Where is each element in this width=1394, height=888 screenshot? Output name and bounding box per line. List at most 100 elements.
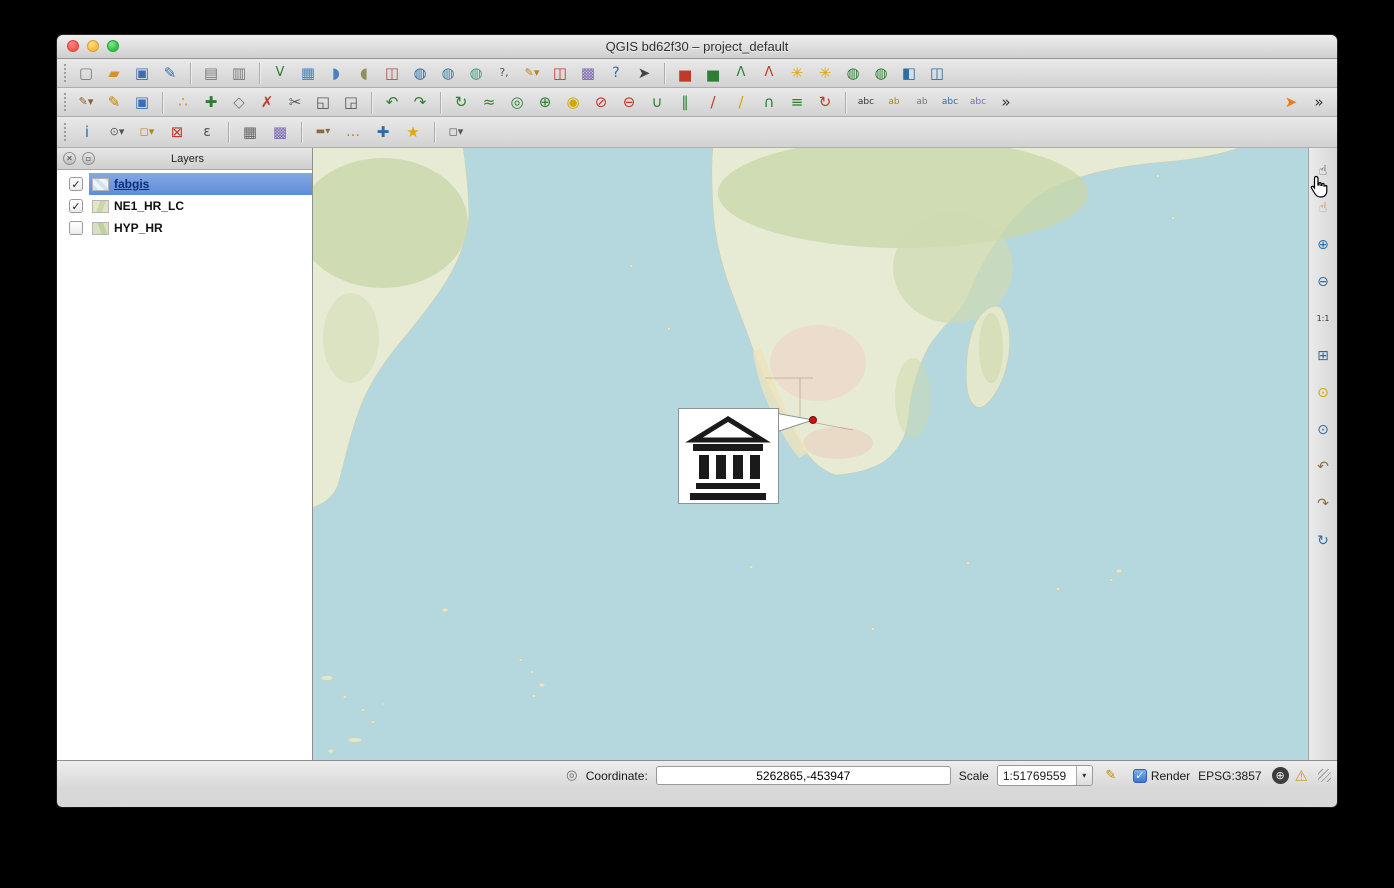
rotate-feature-icon[interactable]: ↻	[449, 90, 473, 114]
select-by-expression-icon[interactable]: ε	[194, 119, 220, 145]
field-calculator-icon[interactable]: ▩	[267, 119, 293, 145]
new-bookmark-icon[interactable]: ✚	[370, 119, 396, 145]
rotate-label-icon[interactable]: abc	[966, 90, 990, 114]
node-tool-icon[interactable]: ◇	[227, 90, 251, 114]
new-print-composer-icon[interactable]: ▤	[199, 61, 223, 85]
measure-icon[interactable]: ▬▾	[310, 119, 336, 145]
label-settings-icon[interactable]: abc	[854, 90, 878, 114]
show-bookmarks-icon[interactable]: ★	[400, 119, 426, 145]
map-canvas[interactable]	[313, 148, 1308, 760]
map-tiles-icon[interactable]: ◧	[897, 61, 921, 85]
panel-close-icon[interactable]: ✕	[63, 152, 76, 165]
crs-status-icon[interactable]: ⊕	[1272, 767, 1289, 784]
resize-grip[interactable]	[1318, 769, 1331, 782]
zoom-button[interactable]	[107, 40, 119, 52]
select-features-icon[interactable]: ⊙▾	[104, 119, 130, 145]
layer-item-hyp_hr[interactable]: HYP_HR	[57, 217, 312, 239]
overflow-chevron-icon[interactable]: »	[994, 90, 1018, 114]
overflow-chevron-2-icon[interactable]: »	[1307, 90, 1331, 114]
globe-plus-icon[interactable]: ◍	[841, 61, 865, 85]
add-mssql-layer-icon[interactable]: ◫	[380, 61, 404, 85]
save-project-icon[interactable]: ▣	[130, 61, 154, 85]
deselect-features-icon[interactable]: ⊠	[164, 119, 190, 145]
label-visibility-icon[interactable]: ab	[910, 90, 934, 114]
minimize-button[interactable]	[87, 40, 99, 52]
split-parts-icon[interactable]: /	[729, 90, 753, 114]
add-vector-layer-icon[interactable]: V	[268, 61, 292, 85]
add-ring-icon[interactable]: ◎	[505, 90, 529, 114]
layer-visibility-checkbox[interactable]	[69, 221, 83, 235]
zoom-out-icon[interactable]: ⊖	[1312, 271, 1334, 293]
delete-ring-icon[interactable]: ⊘	[589, 90, 613, 114]
split-features-icon[interactable]: /	[701, 90, 725, 114]
save-layer-edits-icon[interactable]: ▣	[130, 90, 154, 114]
save-project-as-icon[interactable]: ✎	[158, 61, 182, 85]
zoom-next-icon[interactable]: ↷	[1312, 493, 1334, 515]
copy-features-icon[interactable]: ◱	[311, 90, 335, 114]
add-part-icon[interactable]: ⊕	[533, 90, 557, 114]
composer-manager-icon[interactable]: ▥	[227, 61, 251, 85]
zoom-to-selection-icon[interactable]: ⊙	[1312, 382, 1334, 404]
pan-map-icon[interactable]: ☝	[1312, 160, 1334, 182]
add-postgis-layer-icon[interactable]: ◗	[324, 61, 348, 85]
current-edits-icon[interactable]: ✎▾	[74, 90, 98, 114]
identify-features-icon[interactable]: i	[74, 119, 100, 145]
move-feature-icon[interactable]: ✚	[199, 90, 223, 114]
log-messages-icon[interactable]: ⚠	[1295, 767, 1308, 785]
scale-dropdown-icon[interactable]: ▾	[1076, 766, 1092, 785]
cut-features-icon[interactable]: ✂	[283, 90, 307, 114]
help-icon[interactable]: ?	[604, 61, 628, 85]
bar-chart-green-icon[interactable]: ▅	[701, 61, 725, 85]
delete-selected-icon[interactable]: ✗	[255, 90, 279, 114]
layer-item-ne1_hr_lc[interactable]: ✓NE1_HR_LC	[57, 195, 312, 217]
reshape-features-icon[interactable]: ∪	[645, 90, 669, 114]
paste-features-icon[interactable]: ◲	[339, 90, 363, 114]
sun-raster-2-icon[interactable]: ✳	[813, 61, 837, 85]
new-shapefile-layer-icon[interactable]: ✎▾	[520, 61, 544, 85]
plugin-manager-icon[interactable]: ▩	[576, 61, 600, 85]
globe-plus-2-icon[interactable]: ◍	[869, 61, 893, 85]
pan-to-selection-icon[interactable]: ☝	[1312, 197, 1334, 219]
toolbar-drag-handle[interactable]	[63, 92, 67, 112]
close-button[interactable]	[67, 40, 79, 52]
add-spatialite-layer-icon[interactable]: ◖	[352, 61, 376, 85]
merge-features-icon[interactable]: ∩	[757, 90, 781, 114]
zoom-last-icon[interactable]: ↶	[1312, 456, 1334, 478]
title-bar[interactable]: QGIS bd62f30 – project_default	[57, 35, 1337, 59]
toggle-editing-icon[interactable]: ✎	[102, 90, 126, 114]
offset-curve-icon[interactable]: ∥	[673, 90, 697, 114]
add-wfs-layer-icon[interactable]: ◍	[464, 61, 488, 85]
stop-rendering-icon[interactable]: ✎	[1101, 768, 1121, 783]
extent-toggle-icon[interactable]: ◎	[562, 768, 582, 783]
add-wms-layer-icon[interactable]: ◍	[408, 61, 432, 85]
fill-ring-icon[interactable]: ◉	[561, 90, 585, 114]
delete-part-icon[interactable]: ⊖	[617, 90, 641, 114]
whats-this-icon[interactable]: ➤	[632, 61, 656, 85]
move-label-icon[interactable]: abc	[938, 90, 962, 114]
toolbar-drag-handle[interactable]	[63, 122, 67, 142]
layer-visibility-checkbox[interactable]: ✓	[69, 199, 83, 213]
layer-visibility-checkbox[interactable]: ✓	[69, 177, 83, 191]
refresh-map-icon[interactable]: ↻	[1312, 530, 1334, 552]
zoom-full-icon[interactable]: ⊞	[1312, 345, 1334, 367]
bar-chart-red-icon[interactable]: ▅	[673, 61, 697, 85]
render-checkbox[interactable]: ✓	[1133, 769, 1147, 783]
terrain-profile-icon[interactable]: Λ	[729, 61, 753, 85]
new-project-icon[interactable]: ▢	[74, 61, 98, 85]
select-rectangle-icon[interactable]: ◻▾	[134, 119, 160, 145]
text-annotation-icon[interactable]: ◻▾	[443, 119, 469, 145]
add-raster-layer-icon[interactable]: ▦	[296, 61, 320, 85]
add-delimited-text-layer-icon[interactable]: ?,	[492, 61, 516, 85]
decoration-arrow-icon[interactable]: ➤	[1279, 90, 1303, 114]
scale-combo[interactable]: 1:51769559 ▾	[997, 765, 1093, 786]
add-wcs-layer-icon[interactable]: ◍	[436, 61, 460, 85]
add-feature-icon[interactable]: ∴	[171, 90, 195, 114]
layer-item-fabgis[interactable]: ✓fabgis	[57, 173, 312, 195]
zoom-in-icon[interactable]: ⊕	[1312, 234, 1334, 256]
merge-attributes-icon[interactable]: ≡	[785, 90, 809, 114]
database-manager-icon[interactable]: ◫	[925, 61, 949, 85]
label-pin-icon[interactable]: ab	[882, 90, 906, 114]
map-tips-icon[interactable]: …	[340, 119, 366, 145]
terrain-profile-red-icon[interactable]: Λ	[757, 61, 781, 85]
sun-raster-icon[interactable]: ✳	[785, 61, 809, 85]
